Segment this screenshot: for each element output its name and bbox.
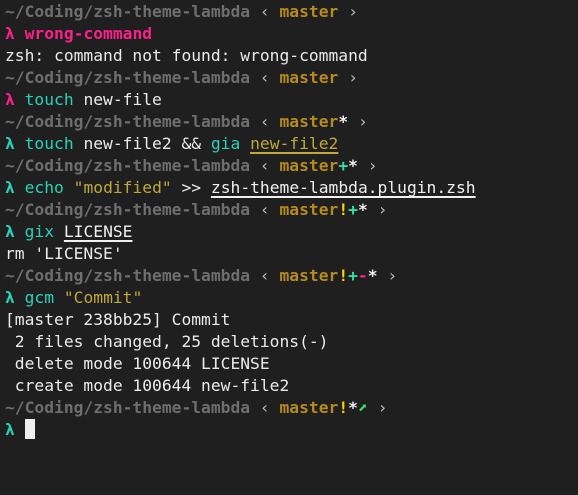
command-part-plain	[54, 222, 64, 241]
command-part-cmd_ok: gcm	[24, 288, 55, 307]
command-part-cmd_ok: touch	[24, 134, 74, 153]
command-output: 2 files changed, 25 deletions(-)	[5, 332, 329, 351]
prompt-close-chevron: ›	[387, 266, 398, 285]
prompt-path: ~/Coding/zsh-theme-lambda	[5, 2, 251, 21]
terminal-line-prompt: ~/Coding/zsh-theme-lambda ‹ master!+* ›	[5, 199, 578, 221]
command-part-plain: new-file2 &&	[73, 134, 211, 153]
prompt-open-chevron: ‹	[259, 112, 270, 131]
prompt-branch: master	[279, 112, 339, 131]
terminal-line-output: create mode 100644 new-file2	[5, 375, 578, 397]
prompt-open-chevron: ‹	[259, 398, 270, 417]
command-part-plain	[64, 178, 74, 197]
command-part-path_uline: LICENSE	[63, 222, 133, 241]
prompt-open-chevron: ‹	[259, 266, 270, 285]
terminal-line-prompt: ~/Coding/zsh-theme-lambda ‹ master+* ›	[5, 155, 578, 177]
lambda-prompt-symbol: λ	[5, 420, 15, 439]
command-part-cmd_ok: touch	[24, 90, 74, 109]
prompt-branch: master	[279, 398, 339, 417]
prompt-branch: master	[279, 200, 339, 219]
terminal-line-output: rm 'LICENSE'	[5, 243, 578, 265]
terminal-line-command: λ touch new-file2 && gia new-file2	[5, 133, 578, 155]
prompt-close-chevron: ›	[377, 200, 388, 219]
git-status-modified: *	[367, 266, 378, 285]
command-part-cmd_ok: echo	[24, 178, 64, 197]
prompt-path: ~/Coding/zsh-theme-lambda	[5, 68, 251, 87]
git-status-staged_add: +	[348, 266, 358, 285]
terminal-line-prompt: ~/Coding/zsh-theme-lambda ‹ master ›	[5, 1, 578, 23]
prompt-branch: master	[279, 2, 339, 21]
prompt-open-chevron: ‹	[259, 68, 270, 87]
command-part-cmd_err: wrong-command	[24, 24, 153, 43]
git-status-modified: *	[338, 112, 349, 131]
terminal-line-command: λ echo "modified" >> zsh-theme-lambda.pl…	[5, 177, 578, 199]
command-part-string: "Commit"	[63, 288, 143, 307]
prompt-path: ~/Coding/zsh-theme-lambda	[5, 266, 251, 285]
prompt-close-chevron: ›	[348, 2, 358, 21]
command-part-path_uline: zsh-theme-lambda.plugin.zsh	[210, 178, 476, 197]
command-part-path_uline_yellow: new-file2	[250, 134, 339, 153]
git-status-staged_del: -	[357, 266, 368, 285]
command-output: [master 238bb25] Commit	[5, 310, 231, 329]
prompt-open-chevron: ‹	[259, 156, 270, 175]
prompt-open-chevron: ‹	[259, 2, 270, 21]
lambda-prompt-symbol: λ	[5, 222, 15, 241]
command-part-cmd_ok: gix	[24, 222, 55, 241]
git-status-modified: *	[348, 398, 358, 417]
terminal-line-output: [master 238bb25] Commit	[5, 309, 578, 331]
git-status-stash: !	[338, 200, 349, 219]
git-status-stash: !	[338, 398, 349, 417]
prompt-close-chevron: ›	[357, 112, 368, 131]
prompt-branch: master	[279, 266, 339, 285]
command-part-cmd_ok: gia	[210, 134, 241, 153]
terminal-line-output: delete mode 100644 LICENSE	[5, 353, 578, 375]
terminal-line-prompt: ~/Coding/zsh-theme-lambda ‹ master* ›	[5, 111, 578, 133]
git-status-staged_add: +	[338, 156, 349, 175]
git-status-modified: *	[348, 156, 358, 175]
command-part-plain: new-file	[73, 90, 162, 109]
terminal-line-command: λ	[5, 419, 578, 441]
command-output: rm 'LICENSE'	[5, 244, 123, 263]
terminal-line-prompt: ~/Coding/zsh-theme-lambda ‹ master!*⬈ ›	[5, 397, 578, 419]
command-part-plain	[240, 134, 250, 153]
git-status-stash: !	[338, 266, 349, 285]
lambda-prompt-symbol: λ	[5, 90, 15, 109]
prompt-path: ~/Coding/zsh-theme-lambda	[5, 200, 251, 219]
git-status-staged_add: +	[348, 200, 358, 219]
command-part-string: "modified"	[73, 178, 172, 197]
prompt-open-chevron: ‹	[259, 200, 270, 219]
terminal-line-prompt: ~/Coding/zsh-theme-lambda ‹ master ›	[5, 67, 578, 89]
terminal-line-command: λ gcm "Commit"	[5, 287, 578, 309]
terminal-line-output: 2 files changed, 25 deletions(-)	[5, 331, 578, 353]
git-status-unpushed: ⬈	[357, 398, 368, 417]
terminal-line-output: zsh: command not found: wrong-command	[5, 45, 578, 67]
prompt-branch: master	[279, 156, 339, 175]
command-part-plain: >>	[171, 178, 211, 197]
terminal-line-prompt: ~/Coding/zsh-theme-lambda ‹ master!+-* ›	[5, 265, 578, 287]
command-output: create mode 100644 new-file2	[5, 376, 290, 395]
prompt-close-chevron: ›	[348, 68, 358, 87]
lambda-prompt-symbol: λ	[5, 178, 15, 197]
command-part-plain	[54, 288, 64, 307]
command-output: delete mode 100644 LICENSE	[5, 354, 270, 373]
text-cursor[interactable]	[24, 419, 35, 439]
prompt-path: ~/Coding/zsh-theme-lambda	[5, 156, 251, 175]
command-output: zsh: command not found: wrong-command	[5, 46, 368, 65]
terminal-line-command: λ wrong-command	[5, 23, 578, 45]
prompt-branch: master	[279, 68, 339, 87]
terminal-line-command: λ gix LICENSE	[5, 221, 578, 243]
lambda-prompt-symbol: λ	[5, 24, 15, 43]
prompt-close-chevron: ›	[367, 156, 378, 175]
prompt-path: ~/Coding/zsh-theme-lambda	[5, 112, 251, 131]
lambda-prompt-symbol: λ	[5, 288, 15, 307]
prompt-path: ~/Coding/zsh-theme-lambda	[5, 398, 251, 417]
lambda-prompt-symbol: λ	[5, 134, 15, 153]
terminal-line-command: λ touch new-file	[5, 89, 578, 111]
git-status-modified: *	[357, 200, 368, 219]
terminal-window[interactable]: ~/Coding/zsh-theme-lambda ‹ master › λ wr…	[0, 0, 578, 495]
prompt-close-chevron: ›	[377, 398, 388, 417]
